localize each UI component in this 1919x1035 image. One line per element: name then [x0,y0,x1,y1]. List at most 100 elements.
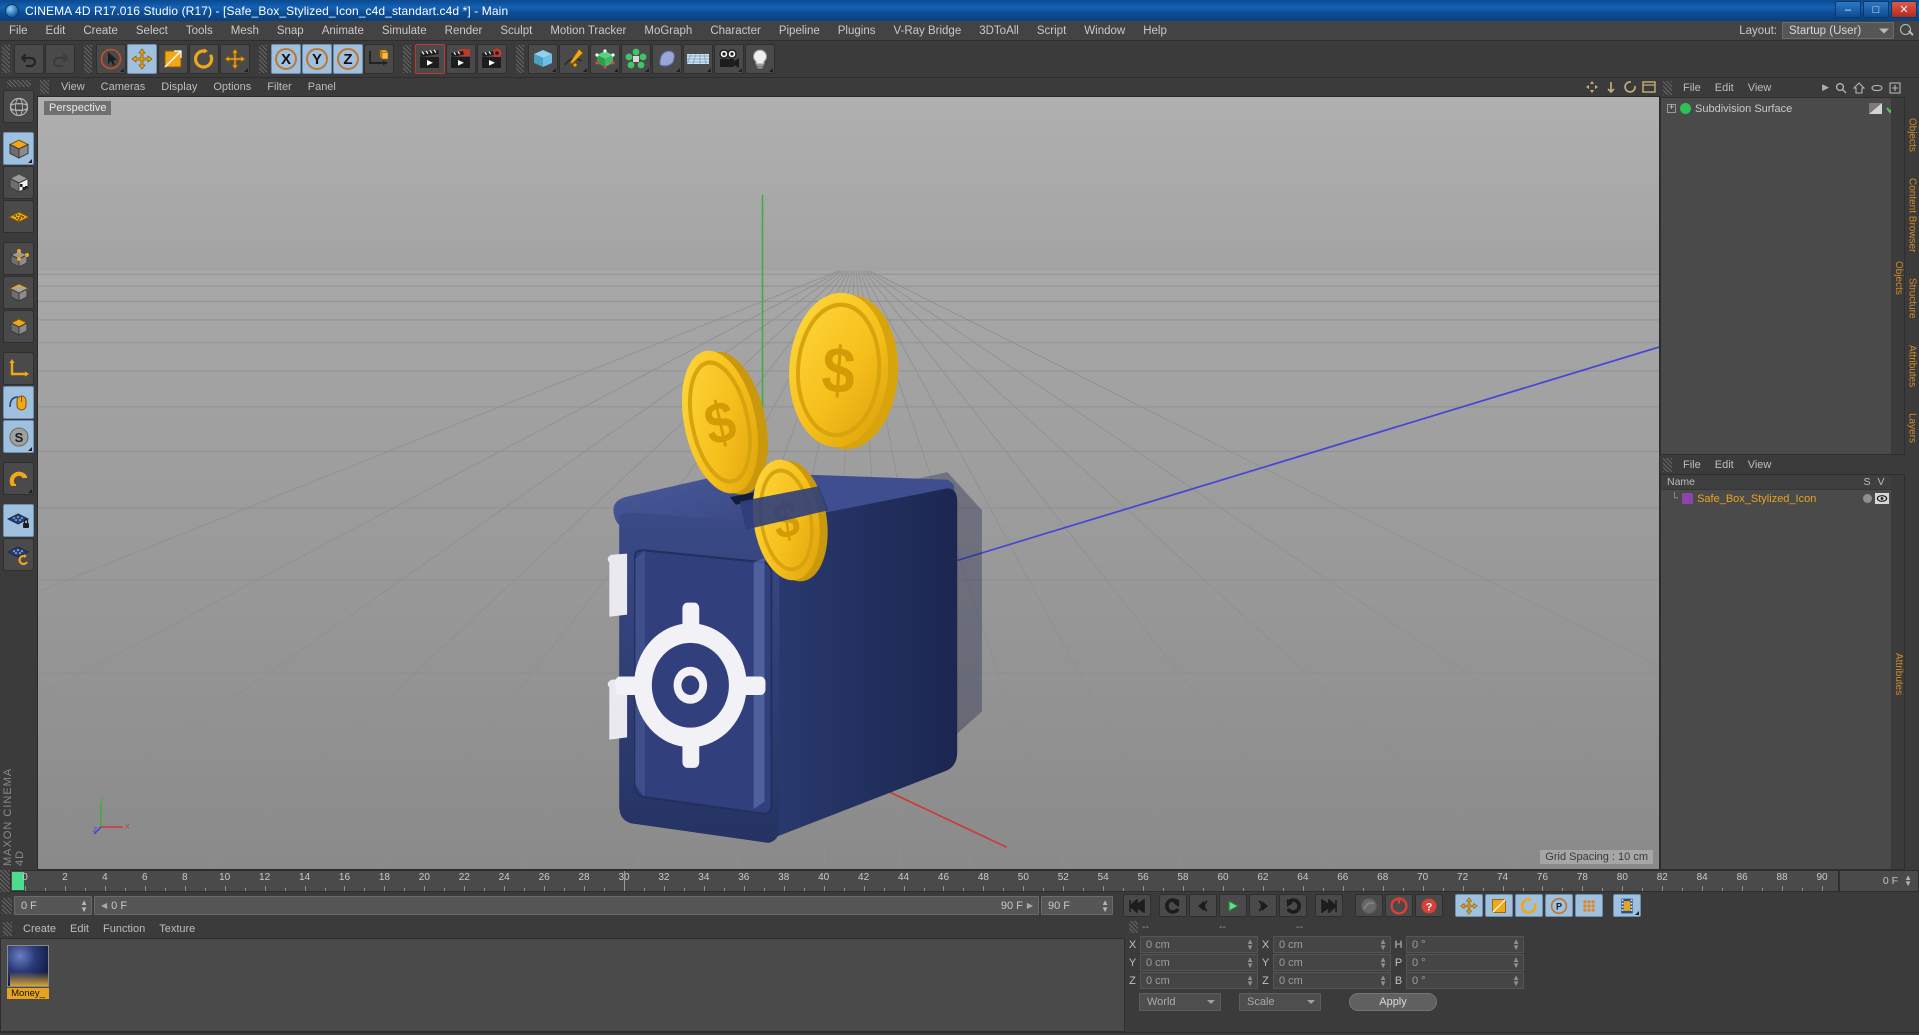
attributes-panel-tab[interactable]: Attributes [1891,475,1904,869]
maximize-button[interactable]: □ [1863,1,1889,18]
search-icon[interactable] [1835,82,1847,94]
size-x-field[interactable]: 0 cm ▲ ▼ [1273,936,1391,953]
rotation-p-field[interactable]: 0 ° ▲ ▼ [1406,954,1524,971]
spinner-icon[interactable]: ▲ ▼ [80,898,88,913]
object-manager-body[interactable]: Subdivision Surface Objects [1660,97,1905,455]
viewport-menu-cameras[interactable]: Cameras [93,81,154,93]
spinner-icon[interactable]: ▲ ▼ [1904,874,1912,888]
snap-toggle-button[interactable]: S [3,420,34,453]
objects-panel-tab[interactable]: Objects [1891,98,1904,454]
object-manager-grip[interactable] [1663,80,1672,95]
scale-tool[interactable] [158,44,188,74]
render-view-button[interactable] [415,44,445,74]
viewport-menu-options[interactable]: Options [205,81,259,93]
add-environment-button[interactable] [683,44,713,74]
timeline-button[interactable] [1613,894,1641,917]
perspective-viewport[interactable]: $ $ $ Perspective Grid Spacing : 10 cm Y… [37,96,1660,870]
undo-button[interactable] [14,44,44,74]
object-axis-button[interactable] [3,352,34,385]
preview-range-slider[interactable]: ◀ 0 F 90 F ▶ [94,896,1039,915]
menu-item-animate[interactable]: Animate [313,21,373,41]
size-y-field[interactable]: 0 cm ▲ ▼ [1273,954,1391,971]
visibility-icon[interactable] [1875,493,1889,504]
menu-item-simulate[interactable]: Simulate [373,21,436,41]
menu-item-3dtoall[interactable]: 3DToAll [970,21,1028,41]
viewport-menu-view[interactable]: View [53,81,93,93]
material-menu-texture[interactable]: Texture [152,923,202,935]
autokeying-button[interactable] [1385,894,1413,917]
menu-item-character[interactable]: Character [701,21,770,41]
play-arrow-icon[interactable]: ▶ [1822,82,1829,93]
viewport-menu-display[interactable]: Display [153,81,205,93]
menu-item-help[interactable]: Help [1134,21,1176,41]
pla-key-button[interactable]: P [1545,894,1573,917]
menu-item-select[interactable]: Select [127,21,177,41]
spinner-icon[interactable]: ▲ ▼ [1379,956,1387,970]
menu-item-edit[interactable]: Edit [37,21,75,41]
record-active-objects-button[interactable] [1355,894,1383,917]
timeline-grip[interactable] [0,870,10,892]
solo-dot-icon[interactable] [1863,494,1872,503]
object-manager-menu-file[interactable]: File [1676,82,1708,94]
display-tag-icon[interactable] [1869,103,1882,114]
attribute-manager-grip[interactable] [1663,457,1672,472]
menu-item-render[interactable]: Render [436,21,492,41]
tab-structure[interactable]: Structure [1907,278,1918,319]
lock-z-axis[interactable]: Z [333,44,363,74]
spinner-icon[interactable]: ▲ ▼ [1379,974,1387,988]
tab-attributes[interactable]: Attributes [1907,345,1918,387]
eye-icon[interactable] [1871,82,1883,94]
rotation-key-button[interactable] [1515,894,1543,917]
transport-grip[interactable] [2,897,12,914]
attribute-manager-menu-file[interactable]: File [1676,459,1708,471]
coordinates-grip[interactable] [1129,921,1138,933]
polygon-mode-button[interactable] [3,310,34,343]
render-to-picture-viewer[interactable] [446,44,476,74]
material-menu-edit[interactable]: Edit [63,923,96,935]
position-x-field[interactable]: 0 cm ▲ ▼ [1140,936,1258,953]
world-object-coord[interactable] [364,44,394,74]
add-array-button[interactable] [621,44,651,74]
menu-item-vray-bridge[interactable]: V-Ray Bridge [884,21,970,41]
timeline-ruler[interactable]: 0246810121416182022242628303234363840424… [10,870,1839,892]
points-grid-button[interactable] [3,200,34,233]
apply-button[interactable]: Apply [1349,993,1437,1011]
next-frame-button[interactable] [1249,894,1277,917]
menu-item-script[interactable]: Script [1028,21,1075,41]
menu-item-tools[interactable]: Tools [177,21,222,41]
spinner-icon[interactable]: ▲ ▼ [1379,938,1387,952]
make-editable-button[interactable] [3,90,34,123]
position-key-button[interactable] [1455,894,1483,917]
spinner-icon[interactable]: ▲ ▼ [1512,956,1520,970]
material-item[interactable]: Money_ [7,945,49,1025]
lock-y-axis[interactable]: Y [302,44,332,74]
menu-item-motion-tracker[interactable]: Motion Tracker [541,21,635,41]
spinner-icon[interactable]: ▲ ▼ [1246,974,1254,988]
tab-layers[interactable]: Layers [1907,413,1918,443]
move-tool[interactable] [127,44,157,74]
menu-item-window[interactable]: Window [1075,21,1134,41]
point-mode-button[interactable] [3,242,34,275]
parameter-key-button[interactable] [1575,894,1603,917]
material-menu-function[interactable]: Function [96,923,152,935]
end-frame-field[interactable]: 90 F ▲ ▼ [1041,896,1113,915]
range-end-handle-icon[interactable]: ▶ [1027,901,1033,910]
viewport-menu-grip[interactable] [40,80,49,94]
attribute-manager-menu-edit[interactable]: Edit [1708,459,1741,471]
menu-item-create[interactable]: Create [74,21,127,41]
play-reverse-loop-button[interactable] [1159,894,1187,917]
left-palette-grip[interactable] [6,80,31,87]
redo-button[interactable] [45,44,75,74]
position-y-field[interactable]: 0 cm ▲ ▼ [1140,954,1258,971]
timeline-end-field[interactable]: 0 F ▲ ▼ [1839,870,1919,892]
add-spline-button[interactable] [559,44,589,74]
menu-item-mograph[interactable]: MoGraph [635,21,701,41]
attribute-item-safe-box[interactable]: └ Safe_Box_Stylized_Icon [1661,490,1904,507]
spinner-icon[interactable]: ▲ ▼ [1512,938,1520,952]
texture-mode-button[interactable] [3,166,34,199]
play-button[interactable] [1219,894,1247,917]
close-button[interactable]: ✕ [1891,1,1917,18]
home-icon[interactable] [1853,81,1865,94]
timeline-playhead[interactable] [624,871,625,891]
viewport-solo-button[interactable] [3,386,34,419]
